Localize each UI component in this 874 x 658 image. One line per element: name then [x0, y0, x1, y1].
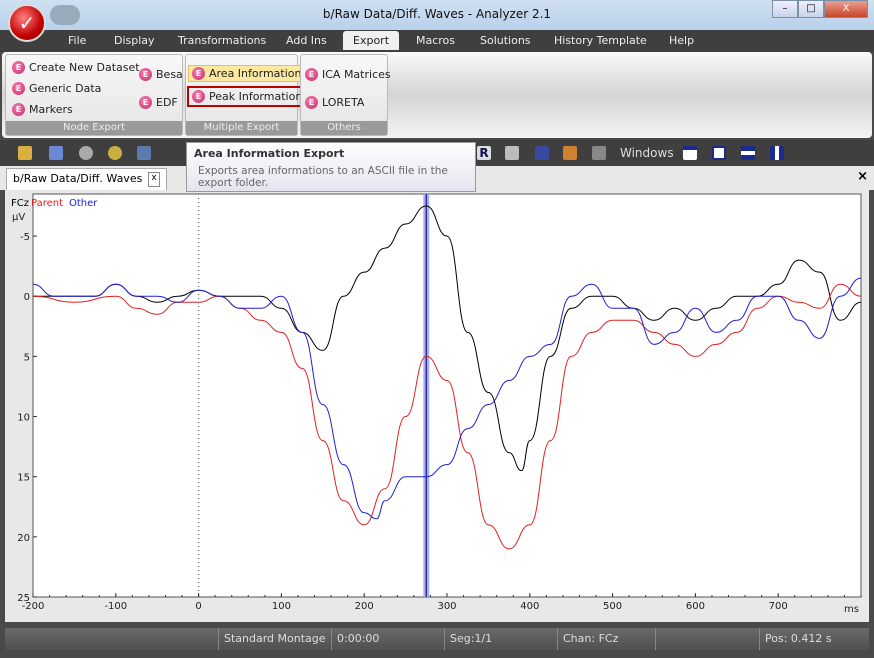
group-label: Multiple Export — [186, 121, 297, 135]
app-logo-button[interactable]: ✓ — [8, 4, 46, 42]
close-tab-icon[interactable]: x — [148, 172, 160, 187]
menu-bar: File Display Transformations Add Ins Exp… — [0, 30, 874, 52]
y-tick-label: 0 — [24, 292, 30, 303]
y-axis-unit: µV — [12, 212, 25, 223]
y-tick-label: 10 — [17, 413, 30, 424]
export-icon: E — [139, 68, 152, 81]
r-icon[interactable]: R — [477, 146, 491, 160]
y-tick-label: -5 — [20, 232, 30, 243]
status-empty — [655, 628, 759, 650]
status-channel: Chan: FCz — [557, 628, 655, 650]
export-icon: E — [305, 96, 318, 109]
markers-button[interactable]: E Markers — [12, 103, 73, 116]
open-icon[interactable] — [18, 146, 32, 160]
legend-parent: Parent — [31, 198, 63, 209]
waveform-view[interactable]: -200 -100 0 100 200 300 400 500 600 700 -5 0 5 10 15 20… — [5, 190, 869, 622]
menu-display[interactable]: Display — [114, 34, 155, 47]
x-tick-label: 100 — [272, 601, 291, 612]
menu-history-template[interactable]: History Template — [554, 34, 647, 47]
tooltip-title: Area Information Export — [194, 147, 345, 160]
group-multiple-export: E Area Information E Peak Information Mult… — [185, 54, 308, 136]
status-time: 0:00:00 — [331, 628, 444, 650]
tooltip-text: Exports area informations to an ASCII fi… — [198, 165, 448, 189]
plot-area — [32, 193, 862, 598]
maximize-button[interactable]: □ — [798, 0, 824, 18]
generic-data-button[interactable]: E Generic Data — [12, 82, 101, 95]
export-icon: E — [12, 82, 25, 95]
ribbon: E Create New Dataset E Generic Data E Marke… — [2, 52, 872, 138]
peak-information-button[interactable]: E Peak Information — [187, 86, 308, 107]
zoom-settings-icon[interactable] — [108, 146, 122, 160]
tile-vertical-icon[interactable] — [770, 146, 784, 160]
tile-horizontal-icon[interactable] — [741, 146, 755, 160]
create-new-dataset-button[interactable]: E Create New Dataset — [12, 61, 140, 74]
x-axis-unit: ms — [844, 604, 859, 615]
close-button[interactable]: X — [824, 0, 868, 18]
export-icon: E — [192, 90, 205, 103]
export-icon: E — [12, 103, 25, 116]
y-tick-label: 20 — [17, 533, 30, 544]
book-icon[interactable] — [535, 146, 549, 160]
legend-fcz: FCz — [11, 198, 29, 209]
status-position: Pos: 0.412 s — [759, 628, 859, 650]
group-label: Others — [301, 121, 387, 135]
close-panel-icon[interactable]: × — [857, 169, 868, 184]
new-window-icon[interactable] — [683, 146, 697, 160]
x-tick-label: 700 — [769, 601, 788, 612]
x-tick-label: 500 — [603, 601, 622, 612]
x-tick-label: 400 — [520, 601, 539, 612]
group-node-export: E Create New Dataset E Generic Data E Marke… — [5, 54, 183, 136]
y-tick-label: 25 — [17, 593, 30, 604]
y-tick-label: 5 — [24, 352, 30, 363]
menu-macros[interactable]: Macros — [416, 34, 455, 47]
window-title: b/Raw Data/Diff. Waves - Analyzer 2.1 — [322, 7, 552, 21]
eeg-plot[interactable]: -200 -100 0 100 200 300 400 500 600 700-505101520… — [5, 190, 869, 622]
export-icon: E — [12, 61, 25, 74]
menu-add-ins[interactable]: Add Ins — [286, 34, 327, 47]
edf-button[interactable]: E EDF — [139, 96, 178, 109]
status-montage: Standard Montage — [218, 628, 331, 650]
tooltip: Area Information Export Exports area inf… — [186, 142, 476, 192]
waveform-icon[interactable] — [49, 146, 63, 160]
export-icon: E — [139, 96, 152, 109]
tab-diff-waves[interactable]: b/Raw Data/Diff. Waves x — [6, 168, 167, 190]
group-label: Node Export — [6, 121, 182, 135]
export-icon: E — [305, 68, 318, 81]
x-tick-label: 0 — [195, 601, 201, 612]
menu-export[interactable]: Export — [343, 31, 400, 50]
menu-help[interactable]: Help — [669, 34, 694, 47]
area-information-button[interactable]: E Area Information — [188, 65, 306, 82]
ica-matrices-button[interactable]: E ICA Matrices — [305, 68, 391, 81]
export-icon: E — [192, 67, 205, 80]
windows-label: Windows — [620, 146, 674, 160]
compass-icon[interactable] — [563, 146, 577, 160]
zoom-icon[interactable] — [79, 146, 93, 160]
y-tick-label: 15 — [17, 473, 30, 484]
menu-transformations[interactable]: Transformations — [178, 34, 266, 47]
grid-icon[interactable] — [592, 146, 606, 160]
x-tick-label: 300 — [437, 601, 456, 612]
x-tick-label: 600 — [686, 601, 705, 612]
legend-other: Other — [69, 198, 98, 209]
minimize-button[interactable]: – — [772, 0, 798, 18]
channel-icon[interactable] — [137, 146, 151, 160]
besa-button[interactable]: E Besa — [139, 68, 183, 81]
m-icon[interactable] — [505, 146, 519, 160]
menu-solutions[interactable]: Solutions — [480, 34, 531, 47]
cascade-icon[interactable] — [712, 146, 726, 160]
status-bar: Standard Montage 0:00:00 Seg:1/1 Chan: F… — [5, 628, 869, 650]
menu-file[interactable]: File — [68, 34, 86, 47]
title-bar: b/Raw Data/Diff. Waves - Analyzer 2.1 – … — [0, 0, 874, 30]
x-tick-label: -100 — [104, 601, 127, 612]
x-tick-label: 200 — [355, 601, 374, 612]
status-segment: Seg:1/1 — [444, 628, 557, 650]
loreta-button[interactable]: E LORETA — [305, 96, 364, 109]
group-others: E ICA Matrices E LORETA Others — [300, 54, 391, 136]
